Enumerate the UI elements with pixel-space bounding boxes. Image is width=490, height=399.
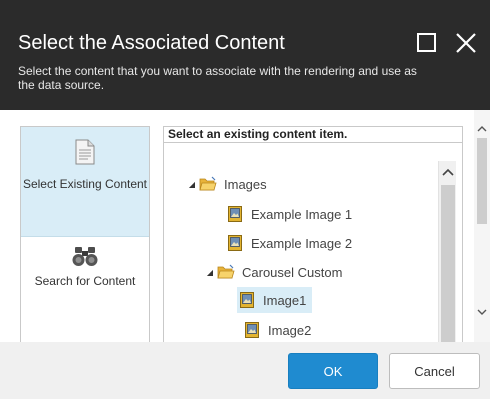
tree-node-carousel-custom[interactable]: ◢ Carousel Custom [204,261,343,283]
tree-node-label: Carousel Custom [242,264,343,280]
image-icon [228,206,242,222]
source-nav: Select Existing Content Search for Conte… [20,126,150,342]
maximize-icon [417,33,436,52]
folder-icon [199,176,217,191]
tree-scroll-thumb[interactable] [441,185,455,342]
content-tree-panel: Select an existing content item. ◢ Image… [163,126,463,342]
maximize-button[interactable] [414,30,440,56]
image-icon [228,235,242,251]
cancel-button[interactable]: Cancel [389,353,480,389]
dialog-footer: OK Cancel [0,342,490,399]
tree-node-example-image-2[interactable]: Example Image 2 [225,232,352,254]
tree-node-image1[interactable]: Image1 [237,287,313,313]
nav-search-content[interactable]: Search for Content [21,239,149,341]
dialog-title: Select the Associated Content [18,32,285,54]
outer-scroll-thumb[interactable] [477,138,487,224]
tree-node-label: Images [224,176,267,192]
tree-node-label: Image1 [263,292,307,308]
folder-icon [217,264,235,279]
chevron-up-icon [442,168,454,176]
dialog-scrollbar[interactable] [474,110,490,342]
chevron-up-icon [477,125,487,131]
close-button[interactable] [453,30,479,56]
dialog-subtitle: Select the content that you want to asso… [18,64,417,92]
expand-arrow-icon[interactable]: ◢ [186,180,198,189]
tree-node-label: Example Image 2 [251,235,353,251]
dialog-header: Select the Associated Content Select the… [0,0,490,110]
outer-scroll-down-button[interactable] [474,306,490,318]
image-icon [245,322,259,338]
tree-node-images[interactable]: ◢ Images [186,173,267,195]
nav-search-content-label: Search for Content [34,274,136,288]
expand-arrow-icon[interactable]: ◢ [204,268,216,277]
image-icon [240,292,254,308]
nav-select-existing[interactable]: Select Existing Content [21,127,149,237]
close-icon [456,33,476,53]
nav-select-existing-label: Select Existing Content [22,177,148,191]
outer-scroll-up-button[interactable] [474,122,490,134]
tree-node-image2[interactable]: Image2 [242,319,311,341]
tree-node-label: Example Image 1 [251,206,353,222]
scroll-up-button[interactable] [439,165,457,179]
tree-node-example-image-1[interactable]: Example Image 1 [225,203,352,225]
tree-scrollbar[interactable] [438,161,456,342]
document-icon [75,139,95,165]
tree-heading: Select an existing content item. [164,127,462,143]
ok-button[interactable]: OK [288,353,378,389]
chevron-down-icon [477,309,487,315]
binoculars-icon [72,247,98,266]
dialog-body: Select Existing Content Search for Conte… [0,110,490,342]
tree-node-label: Image2 [268,322,312,338]
